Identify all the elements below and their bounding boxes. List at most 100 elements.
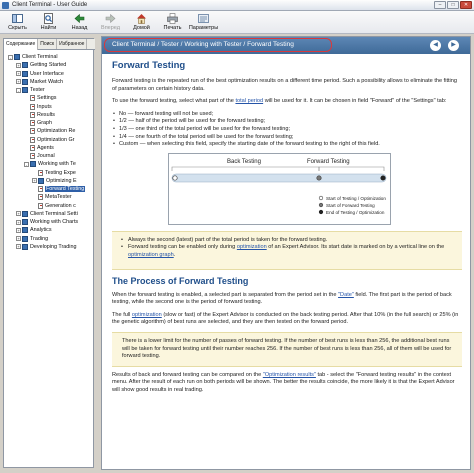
collapse-icon[interactable]: - <box>24 161 29 167</box>
tree-item[interactable]: MetaTester <box>32 193 72 201</box>
find-button[interactable]: Найти <box>33 11 64 33</box>
forward-button[interactable]: Вперед <box>95 11 126 33</box>
tree-item[interactable]: + Getting Started <box>16 61 66 69</box>
window-titlebar: Client Terminal - User Guide – □ ✕ <box>0 0 474 11</box>
page-icon <box>38 186 43 192</box>
tree-item[interactable]: Testing Expe <box>32 169 76 177</box>
expand-icon[interactable]: + <box>16 79 21 85</box>
forward-bracket <box>318 166 385 171</box>
close-button[interactable]: ✕ <box>460 1 472 9</box>
book-icon <box>22 235 28 242</box>
legend-start: Start of Testing / Optimization <box>326 196 386 201</box>
page-icon <box>30 95 35 102</box>
tree-item[interactable]: Generation c <box>32 202 76 210</box>
tab-search[interactable]: Поиск <box>38 39 58 49</box>
optimization-link-2[interactable]: optimization <box>132 312 162 318</box>
tree-item[interactable]: Journal <box>24 152 55 160</box>
find-button-label: Найти <box>40 25 57 31</box>
date-field-link[interactable]: "Date" <box>338 292 354 298</box>
select-text-end: will be used for it. It can be chosen in… <box>263 98 447 105</box>
select-text-start: To use the forward testing, select what … <box>112 98 236 105</box>
breadcrumb[interactable]: Client Terminal / Tester / Working with … <box>104 38 332 52</box>
tree-item[interactable]: Results <box>24 111 55 119</box>
expand-icon[interactable]: + <box>16 236 21 241</box>
tree-item-label: Generation c <box>45 202 76 209</box>
home-button-label: Домой <box>133 25 150 31</box>
next-topic-button[interactable]: ▶ <box>448 40 459 51</box>
tree-item-label: Agents <box>37 144 54 151</box>
next-arrow-icon: ▶ <box>451 42 456 48</box>
forward-testing-diagram: Back Testing Forward Testing Start of Te… <box>168 152 391 225</box>
tree-item[interactable]: Optimization Gr <box>24 136 74 144</box>
hide-button[interactable]: Скрыть <box>2 11 33 33</box>
back-button[interactable]: Назад <box>64 11 95 33</box>
tree-item[interactable]: + Analytics <box>16 226 52 234</box>
find-icon <box>43 13 54 24</box>
prev-topic-button[interactable]: ◀ <box>430 40 441 51</box>
tree-item-label: Inputs <box>37 103 52 110</box>
page-icon <box>38 194 43 201</box>
expand-icon[interactable]: + <box>16 227 21 233</box>
optimization-graph-link[interactable]: optimization graph <box>128 252 174 258</box>
expand-icon[interactable]: + <box>16 62 21 68</box>
book-icon <box>22 78 28 85</box>
results-paragraph: Results of back and forward testing can … <box>112 372 462 395</box>
tree-item[interactable]: + Optimizing E <box>32 177 77 185</box>
total-period-link[interactable]: total period <box>235 98 263 104</box>
tree-item[interactable]: Agents <box>24 144 54 152</box>
help-app-icon <box>2 1 9 9</box>
period-bar <box>171 173 387 183</box>
tab-contents[interactable]: Содержание <box>4 39 39 50</box>
page-icon <box>38 169 43 176</box>
back-bracket <box>171 166 320 171</box>
legend-start-marker <box>318 195 324 200</box>
tab-favorites[interactable]: Избранное <box>57 39 88 49</box>
page-icon <box>30 103 35 110</box>
tree-item[interactable]: Forward Testing <box>32 185 86 193</box>
contents-tree: - Client Terminal + Getting Started + User In… <box>4 51 95 469</box>
tree-item-label: Client Terminal <box>22 54 58 60</box>
expand-icon[interactable]: + <box>16 211 21 217</box>
process-text-start: The full <box>112 311 132 318</box>
legend-end-marker <box>318 209 324 214</box>
tree-item-label: MetaTester <box>45 194 72 201</box>
tree-item[interactable]: Graph <box>24 119 52 127</box>
tree-item[interactable]: + Market Watch <box>16 78 63 86</box>
home-button[interactable]: Домой <box>126 11 157 33</box>
breadcrumb-bar: Client Terminal / Tester / Working with … <box>102 37 470 54</box>
tree-item-label: Market Watch <box>30 78 64 85</box>
forward-start-marker <box>316 175 322 181</box>
tree-item[interactable]: Optimization Re <box>24 127 75 135</box>
tree-item[interactable]: - Client Terminal <box>8 53 58 61</box>
list-item: 1/3 — one third of the total period will… <box>112 126 462 134</box>
optimization-results-link[interactable]: "Optimization results" <box>263 372 316 378</box>
window-controls: – □ ✕ <box>434 1 472 9</box>
maximize-button[interactable]: □ <box>447 1 459 9</box>
tree-item[interactable]: + Developing Trading <box>16 243 76 251</box>
options-button[interactable]: Параметры <box>188 11 219 33</box>
intro-paragraph: Forward testing is the repeated run of t… <box>112 78 458 92</box>
minimize-button[interactable]: – <box>434 1 446 9</box>
results-text-start: Results of back and forward testing can … <box>112 371 263 378</box>
tree-item[interactable]: - Working with Te <box>24 160 76 168</box>
collapse-icon[interactable]: - <box>16 87 21 93</box>
tree-item-label: Analytics <box>30 227 52 234</box>
tree-item[interactable]: + User Interface <box>16 70 64 78</box>
tree-item[interactable]: Inputs <box>24 103 52 111</box>
tree-item-label: Graph <box>37 120 52 126</box>
optimization-link[interactable]: optimization <box>237 244 267 250</box>
tree-item[interactable]: - Tester <box>16 86 45 94</box>
tree-item[interactable]: + Working with Charts <box>16 218 78 226</box>
expand-icon[interactable]: + <box>16 244 21 250</box>
expand-icon[interactable]: + <box>32 178 37 184</box>
tree-item[interactable]: + Client Terminal Setti <box>16 210 78 218</box>
tree-item[interactable]: Settings <box>24 94 56 102</box>
article-title: Forward Testing <box>112 60 186 71</box>
print-button[interactable]: Печать <box>157 11 188 33</box>
page-icon <box>30 128 35 135</box>
collapse-icon[interactable]: - <box>8 54 13 60</box>
list-item: 1/4 — one fourth of the total period wil… <box>112 134 462 142</box>
expand-icon[interactable]: + <box>16 219 21 225</box>
tree-item[interactable]: + Trading <box>16 235 48 243</box>
expand-icon[interactable]: + <box>16 71 21 76</box>
